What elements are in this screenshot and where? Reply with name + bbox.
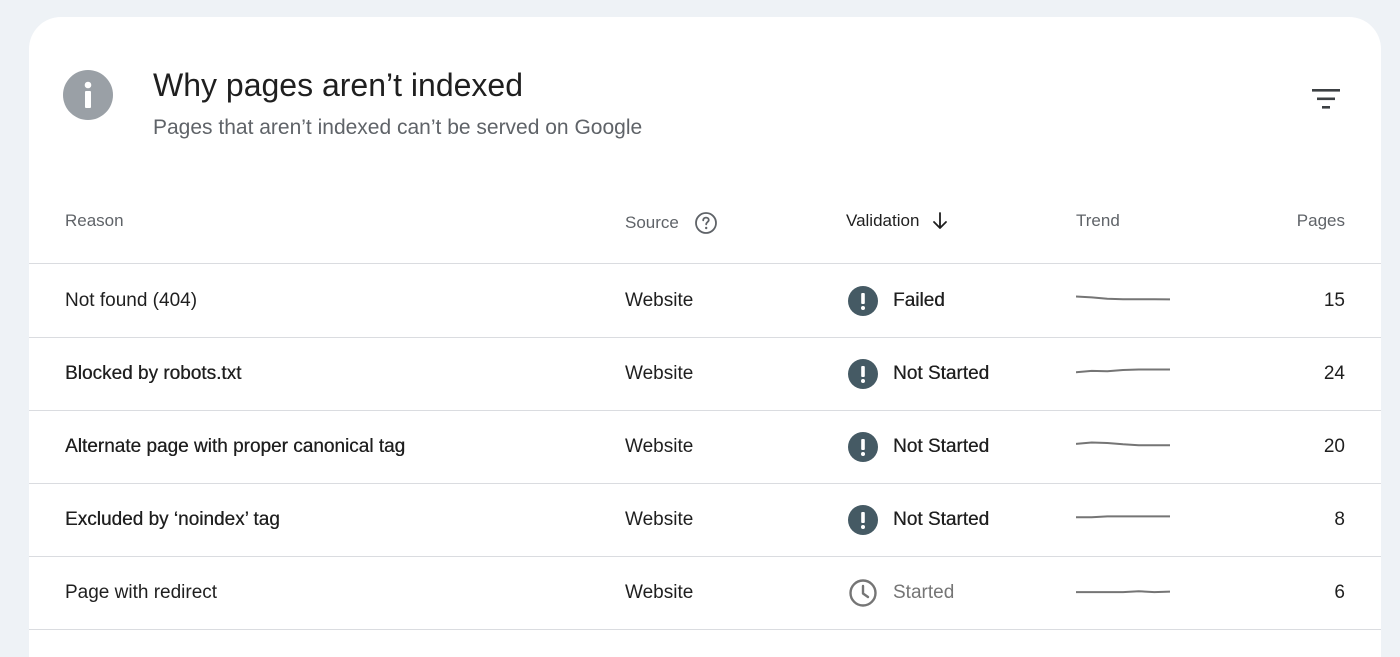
column-header-pages[interactable]: Pages bbox=[1297, 211, 1345, 231]
exclamation-icon bbox=[848, 504, 878, 535]
row-pages: 8 bbox=[1334, 508, 1345, 530]
trend-line bbox=[1076, 441, 1170, 446]
row-pages: 6 bbox=[1334, 581, 1345, 603]
trend-line bbox=[1076, 368, 1170, 373]
card-title: Why pages aren’t indexed bbox=[153, 67, 523, 103]
validation-status: Not Started bbox=[893, 435, 990, 457]
trend-sparkline bbox=[1076, 483, 1170, 556]
trend-line bbox=[1076, 589, 1170, 593]
exclamation-icon bbox=[848, 358, 878, 389]
exclamation-icon bbox=[848, 285, 878, 316]
row-source: Website bbox=[625, 362, 694, 384]
table-row[interactable]: Excluded by ‘noindex’ tag Website Not St… bbox=[29, 483, 1381, 557]
table-header: Reason Source Validation Trend Pages bbox=[29, 192, 1381, 264]
exclamation-icon bbox=[848, 431, 878, 462]
arrow-down-icon bbox=[931, 211, 949, 231]
column-header-validation[interactable]: Validation bbox=[846, 211, 949, 231]
table-row[interactable]: Page with redirect Website Started 6 bbox=[29, 556, 1381, 630]
row-source: Website bbox=[625, 435, 694, 457]
trend-line bbox=[1076, 514, 1170, 518]
table-row[interactable]: Alternate page with proper canonical tag… bbox=[29, 410, 1381, 484]
row-pages: 24 bbox=[1323, 362, 1345, 384]
column-header-reason[interactable]: Reason bbox=[65, 211, 124, 231]
filter-button[interactable] bbox=[1302, 79, 1350, 119]
trend-sparkline bbox=[1076, 556, 1170, 629]
table-row[interactable]: Not found (404) Website Failed 15 bbox=[29, 264, 1381, 338]
clock-icon bbox=[848, 578, 878, 608]
row-pages: 15 bbox=[1323, 289, 1345, 311]
row-validation: Not Started bbox=[848, 337, 989, 410]
row-pages: 20 bbox=[1323, 435, 1345, 457]
row-reason: Excluded by ‘noindex’ tag bbox=[65, 508, 280, 530]
column-header-trend: Trend bbox=[1076, 211, 1120, 230]
row-reason: Blocked by robots.txt bbox=[65, 362, 242, 384]
row-source: Website bbox=[625, 508, 694, 530]
row-reason: Page with redirect bbox=[65, 581, 218, 603]
validation-status: Failed bbox=[893, 289, 945, 311]
filter-icon bbox=[1312, 89, 1340, 109]
row-reason: Not found (404) bbox=[65, 289, 198, 311]
trend-sparkline bbox=[1076, 410, 1170, 483]
info-icon bbox=[63, 70, 113, 120]
row-validation: Not Started bbox=[848, 410, 989, 483]
column-header-source[interactable]: Source bbox=[625, 211, 718, 235]
row-source: Website bbox=[625, 581, 694, 603]
trend-sparkline bbox=[1076, 264, 1170, 337]
row-validation: Not Started bbox=[848, 483, 989, 556]
row-validation: Started bbox=[848, 556, 954, 629]
validation-status: Started bbox=[893, 581, 955, 603]
trend-line bbox=[1076, 295, 1170, 300]
trend-sparkline bbox=[1076, 337, 1170, 410]
help-icon[interactable] bbox=[694, 211, 718, 235]
validation-status: Not Started bbox=[893, 362, 990, 384]
row-source: Website bbox=[625, 289, 694, 311]
table-row[interactable]: Blocked by robots.txt Website Not Starte… bbox=[29, 337, 1381, 411]
validation-status: Not Started bbox=[893, 508, 990, 530]
row-validation: Failed bbox=[848, 264, 945, 337]
indexing-card: Why pages aren’t indexed Pages that aren… bbox=[29, 17, 1381, 657]
row-reason: Alternate page with proper canonical tag bbox=[65, 435, 406, 457]
card-subtitle: Pages that aren’t indexed can’t be serve… bbox=[153, 116, 643, 139]
